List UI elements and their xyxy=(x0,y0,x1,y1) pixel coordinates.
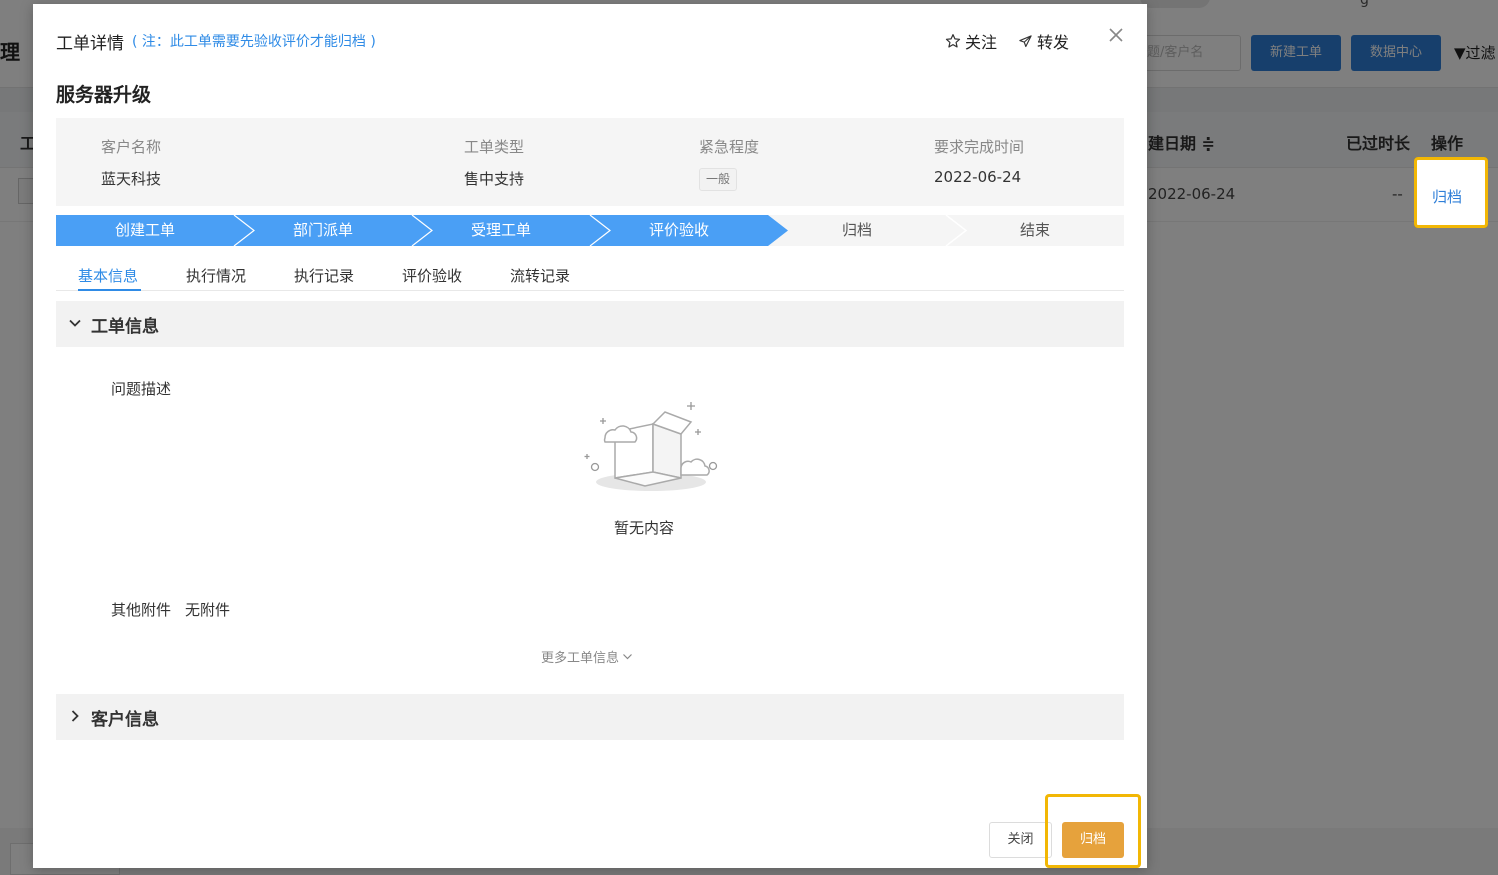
close-button[interactable]: 关闭 xyxy=(989,822,1052,858)
section-customer-title: 客户信息 xyxy=(91,710,159,730)
tab-evaluation[interactable]: 评价验收 xyxy=(402,265,462,286)
tab-basic-info[interactable]: 基本信息 xyxy=(78,265,138,286)
ticket-detail-modal: 工单详情 ( 注：此工单需要先验收评价才能归档 ) 关注 转发 服务器升级 客户… xyxy=(33,4,1147,868)
customer-value: 蓝天科技 xyxy=(101,170,162,188)
step-create: 创建工单 xyxy=(114,221,175,239)
type-value: 售中支持 xyxy=(464,170,525,188)
attachments-label: 其他附件 xyxy=(111,601,172,619)
step-dispatch: 部门派单 xyxy=(292,221,353,239)
tab-execution[interactable]: 执行情况 xyxy=(186,265,246,286)
send-icon xyxy=(1019,34,1032,47)
ticket-subject: 服务器升级 xyxy=(56,84,152,106)
attachments-value: 无附件 xyxy=(185,601,231,619)
row-archive-link-visible[interactable]: 归档 xyxy=(1432,186,1462,207)
forward-label: 转发 xyxy=(1037,33,1070,52)
urgency-badge: 一般 xyxy=(699,168,738,191)
due-label: 要求完成时间 xyxy=(934,138,1025,156)
section-ticket-title: 工单信息 xyxy=(91,317,159,337)
problem-label: 问题描述 xyxy=(111,380,172,398)
chevron-right-icon xyxy=(71,710,79,722)
section-customer-info[interactable]: 客户信息 xyxy=(56,694,1124,740)
follow-label: 关注 xyxy=(965,33,998,52)
detail-tabs: 基本信息 执行情况 执行记录 评价验收 流转记录 xyxy=(56,258,1124,291)
type-label: 工单类型 xyxy=(464,138,525,156)
customer-label: 客户名称 xyxy=(101,138,162,156)
empty-box-icon xyxy=(584,402,718,491)
star-icon xyxy=(945,34,961,48)
tab-flow-log[interactable]: 流转记录 xyxy=(510,265,570,286)
modal-note: ( 注：此工单需要先验收评价才能归档 ) xyxy=(132,34,376,50)
follow-button[interactable]: 关注 xyxy=(945,29,997,53)
more-info-label: 更多工单信息 xyxy=(541,651,620,666)
step-end: 结束 xyxy=(1019,221,1050,239)
close-icon[interactable] xyxy=(1107,26,1125,44)
active-tab-indicator xyxy=(78,289,141,291)
step-evaluate: 评价验收 xyxy=(648,221,709,239)
highlight-archive-button xyxy=(1045,794,1141,868)
step-archive: 归档 xyxy=(841,221,872,239)
ticket-summary: 客户名称 蓝天科技 工单类型 售中支持 紧急程度 一般 要求完成时间 2022-… xyxy=(56,118,1124,206)
chevron-down-icon xyxy=(69,319,81,327)
empty-state-text: 暂无内容 xyxy=(614,519,675,537)
due-value: 2022-06-24 xyxy=(934,168,1022,186)
tab-execution-log[interactable]: 执行记录 xyxy=(294,265,354,286)
progress-steps: 创建工单 部门派单 受理工单 评价验收 归档 结束 xyxy=(56,215,1124,246)
section-ticket-info[interactable]: 工单信息 xyxy=(56,301,1124,347)
urgency-label: 紧急程度 xyxy=(699,138,760,156)
more-ticket-info-toggle[interactable]: 更多工单信息 xyxy=(541,647,633,666)
modal-title: 工单详情 xyxy=(56,34,124,54)
step-accept: 受理工单 xyxy=(470,221,531,239)
chevron-down-icon xyxy=(623,654,632,660)
forward-button[interactable]: 转发 xyxy=(1018,29,1069,53)
